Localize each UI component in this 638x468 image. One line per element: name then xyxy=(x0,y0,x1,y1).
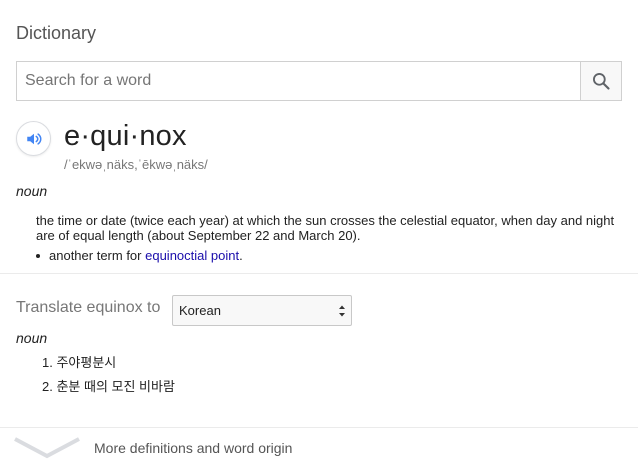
chevron-down-icon xyxy=(14,437,80,459)
translation-list: 1. 주야평분시 2. 춘분 때의 모진 비바람 xyxy=(42,355,175,403)
bullet-icon xyxy=(36,253,40,258)
equinoctial-point-link[interactable]: equinoctial point xyxy=(145,248,239,263)
search-icon xyxy=(593,73,610,90)
speaker-icon xyxy=(26,132,42,145)
dictionary-title: Dictionary xyxy=(16,23,97,43)
language-select-value: Korean xyxy=(179,303,221,318)
translation-part-of-speech: noun xyxy=(16,330,48,346)
related-term-suffix: . xyxy=(239,248,243,263)
search-button[interactable] xyxy=(580,62,621,100)
select-arrows-icon xyxy=(339,305,345,317)
translate-label: Translate equinox to xyxy=(16,299,161,316)
search-input[interactable] xyxy=(17,62,580,100)
pronunciation-button[interactable] xyxy=(16,121,51,156)
translation-item: 1. 주야평분시 xyxy=(42,355,117,370)
dictionary-card: Dictionary e·qui·nox /ˈekwəˌnäks,ˈēkwəˌn… xyxy=(0,0,638,468)
part-of-speech: noun xyxy=(16,183,48,199)
more-definitions-button[interactable]: More definitions and word origin xyxy=(0,428,638,468)
headword: e·qui·nox xyxy=(64,120,187,152)
translation-item: 2. 춘분 때의 모진 비바람 xyxy=(42,379,175,394)
definition-text: the time or date (twice each year) at wh… xyxy=(36,213,615,243)
search-box xyxy=(16,61,622,101)
phonetic: /ˈekwəˌnäks,ˈēkwəˌnäks/ xyxy=(64,157,208,172)
related-term: another term for equinoctial point. xyxy=(36,248,243,263)
more-definitions-label: More definitions and word origin xyxy=(94,440,293,456)
language-select[interactable]: Korean xyxy=(172,295,352,326)
related-term-prefix: another term for xyxy=(49,248,146,263)
divider xyxy=(0,273,638,274)
